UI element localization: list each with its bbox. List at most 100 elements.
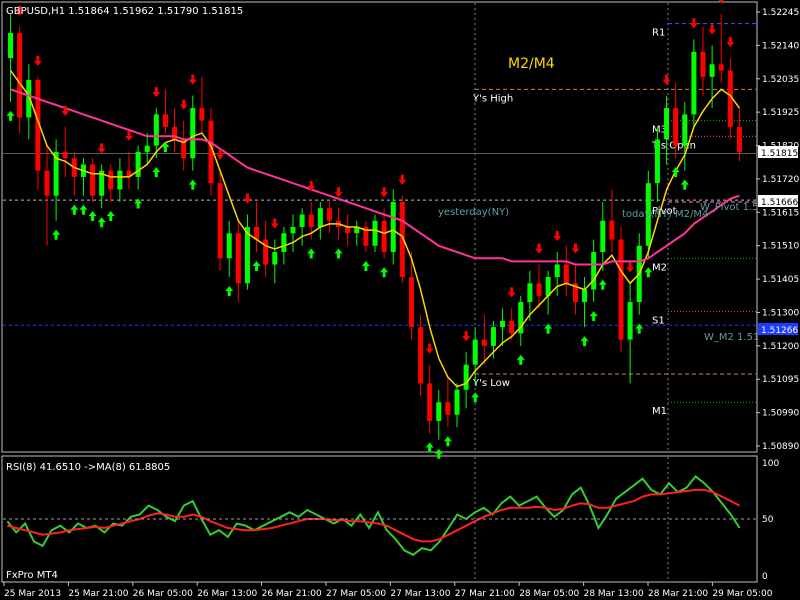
rsi-title: RSI(8) 41.6510 ->MA(8) 61.8805 (6, 462, 170, 473)
current-price-value: 1.51815 (761, 149, 798, 159)
ny-price-value: 1.51666 (761, 198, 798, 208)
candle-body (290, 227, 296, 234)
candle-body (682, 114, 688, 146)
candle-body (62, 151, 68, 159)
time-tick-label: 25 Mar 21:00 (68, 589, 128, 599)
chart-background (0, 0, 800, 600)
candle-body (490, 327, 496, 346)
candle-body (217, 183, 223, 259)
rsi-axis-50: 50 (762, 515, 774, 525)
candle-body (390, 201, 396, 253)
price-tick-label: 1.52140 (762, 41, 799, 51)
candle-body (527, 283, 533, 303)
candle-body (244, 227, 250, 284)
candle-body (381, 220, 387, 253)
time-tick-label: 26 Mar 05:00 (133, 589, 193, 599)
time-tick-label: 28 Mar 21:00 (648, 589, 708, 599)
candle-body (591, 252, 597, 290)
candle-body (436, 402, 442, 421)
level-label: Y's Low (472, 378, 510, 389)
price-tick-label: 1.51405 (762, 275, 799, 285)
candle-body (108, 170, 114, 190)
watermark-label: M2/M4 (508, 56, 555, 72)
price-tick-label: 1.51200 (762, 342, 799, 352)
w-pivot-label: W_Pivot 1.5 (700, 202, 759, 213)
candle-body (8, 33, 14, 59)
candle-body (563, 264, 569, 284)
mt4-chart-window[interactable]: R1Y's HighM3T's OpenPivotM2S1Y's LowM1 1… (0, 0, 800, 600)
candle-body (281, 233, 287, 253)
price-tick-label: 1.50890 (762, 442, 799, 452)
candle-body (190, 108, 196, 159)
today-ny-label: today(NY) M2/M4 (622, 209, 708, 220)
candle-body (17, 33, 23, 118)
time-tick-label: 25 Mar 2013 (4, 589, 61, 599)
price-tick-label: 1.51510 (762, 242, 799, 252)
price-tick-label: 1.51925 (762, 108, 799, 118)
candle-body (117, 170, 123, 190)
candle-body (554, 264, 560, 278)
rsi-axis-100: 100 (762, 459, 779, 469)
rsi-axis-0: 0 (762, 572, 768, 582)
candle-body (700, 51, 706, 77)
candle-body (427, 383, 433, 421)
candle-body (654, 139, 660, 184)
time-tick-label: 27 Mar 21:00 (455, 589, 515, 599)
price-tick-label: 1.50990 (762, 409, 799, 419)
window-title: GBPUSD,H1 1.51864 1.51962 1.51790 1.5181… (6, 6, 243, 17)
candle-body (673, 108, 679, 146)
broker-label: FxPro MT4 (6, 570, 58, 581)
candle-body (600, 220, 606, 253)
candle-body (445, 402, 451, 415)
candle-body (736, 126, 742, 152)
candle-body (691, 51, 697, 115)
candle-body (408, 277, 414, 328)
candle-body (664, 108, 670, 140)
candle-body (263, 239, 269, 265)
candle-body (272, 252, 278, 265)
time-tick-label: 28 Mar 05:00 (519, 589, 579, 599)
candle-body (317, 208, 323, 227)
candle-body (509, 320, 515, 334)
price-tick-label: 1.51720 (762, 175, 799, 185)
candle-body (500, 320, 506, 328)
candle-body (472, 339, 478, 365)
candle-body (162, 114, 168, 127)
candle-body (226, 233, 232, 259)
candle-body (481, 339, 487, 346)
candle-body (709, 64, 715, 77)
price-tick-label: 1.51615 (762, 208, 799, 218)
time-tick-label: 27 Mar 13:00 (390, 589, 450, 599)
candle-body (326, 208, 332, 221)
time-tick-label: 26 Mar 13:00 (197, 589, 257, 599)
price-tick-label: 1.51095 (762, 375, 799, 385)
price-tick-label: 1.52245 (762, 8, 799, 18)
candle-body (618, 239, 624, 340)
candle-body (90, 164, 96, 196)
price-tick-label: 1.51300 (762, 308, 799, 318)
candle-body (454, 389, 460, 415)
candle-body (627, 302, 633, 340)
level-label: M1 (652, 406, 667, 417)
time-tick-label: 26 Mar 21:00 (262, 589, 322, 599)
level-label: Y's High (472, 93, 513, 104)
time-tick-label: 28 Mar 13:00 (584, 589, 644, 599)
time-tick-label: 29 Mar 05:00 (712, 589, 772, 599)
w-m2-price-value: 1.51266 (761, 326, 798, 336)
candle-body (199, 108, 205, 121)
candle-body (718, 64, 724, 71)
w-m2-label: W_M2 1.51 (704, 332, 759, 343)
level-label: M2 (652, 262, 667, 273)
candle-body (463, 364, 469, 390)
candle-body (582, 289, 588, 303)
yesterday-ny-label: yesterday(NY) (438, 207, 509, 218)
candle-body (345, 227, 351, 234)
candle-body (235, 233, 241, 284)
candle-body (299, 214, 305, 227)
level-label: R1 (652, 28, 665, 39)
candle-body (44, 170, 50, 196)
candle-body (144, 145, 150, 152)
price-tick-label: 1.52035 (762, 75, 799, 85)
candle-body (372, 220, 378, 246)
candle-body (609, 220, 615, 240)
